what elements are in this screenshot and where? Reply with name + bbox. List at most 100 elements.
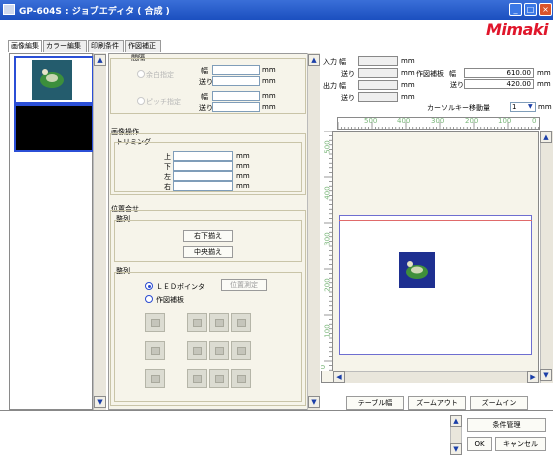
- output-width-value: [358, 80, 398, 90]
- maximize-button[interactable]: □: [524, 3, 537, 16]
- trim-right-label: 右: [164, 183, 171, 191]
- margin-feed-input[interactable]: [212, 76, 260, 86]
- ruler-top: 500 400 300 200 100 0: [337, 117, 540, 130]
- preview-scroll-right-icon[interactable]: ▶: [527, 371, 539, 383]
- thumbnail-scrollbar[interactable]: [93, 53, 106, 410]
- settings-scrollbar[interactable]: [307, 53, 320, 410]
- bottom-scroll-down-icon[interactable]: ▼: [450, 443, 462, 455]
- bottom-scroll-up-icon[interactable]: ▲: [450, 415, 462, 427]
- trim-top-unit: mm: [236, 152, 250, 160]
- media-top-line: [339, 220, 532, 221]
- minimize-button[interactable]: _: [509, 3, 522, 16]
- pitch-width-label: 幅: [201, 93, 208, 101]
- align-top-left-icon[interactable]: [187, 313, 207, 332]
- margin-feed-unit: mm: [262, 77, 276, 85]
- align-middle-left-icon[interactable]: [187, 341, 207, 360]
- thumbnail-image-2[interactable]: [14, 104, 94, 152]
- settings-scroll-up-icon[interactable]: ▲: [308, 54, 320, 66]
- media-area: [339, 215, 532, 355]
- condition-management-button[interactable]: 条件管理: [467, 418, 546, 432]
- ruler-top-200: 200: [465, 117, 479, 125]
- preview-vscrollbar[interactable]: [540, 131, 553, 383]
- zoom-out-button[interactable]: ズームアウト: [408, 396, 466, 410]
- align-center-all-icon[interactable]: [145, 369, 165, 388]
- input-feed-label: 送り: [341, 70, 355, 78]
- thumbnail-image-1[interactable]: [14, 56, 94, 104]
- align-top-center-icon[interactable]: [209, 313, 229, 332]
- ruler-top-400: 400: [397, 117, 411, 125]
- chevron-down-icon[interactable]: ▼: [528, 103, 533, 110]
- trim-right-unit: mm: [236, 182, 250, 190]
- ok-button[interactable]: OK: [467, 437, 492, 451]
- input-label: 入力: [323, 58, 337, 66]
- ruler-left-100: 100: [323, 324, 332, 338]
- ruler-left-300: 300: [323, 232, 332, 246]
- trim-right-input[interactable]: [173, 181, 233, 191]
- frog-image: [32, 60, 72, 100]
- input-feed-unit: mm: [401, 69, 415, 77]
- align-top-right-icon[interactable]: [231, 313, 251, 332]
- input-feed-value: [358, 68, 398, 78]
- window-title: GP-604S : ジョブエディタ ( 合成 ): [19, 7, 170, 17]
- align-bottom-right-button[interactable]: 右下揃え: [183, 230, 233, 242]
- draw-correction-radio[interactable]: [145, 295, 153, 303]
- input-width-label: 幅: [339, 58, 346, 66]
- align-bottom-left-icon[interactable]: [187, 369, 207, 388]
- tab-image-edit[interactable]: 画像編集: [8, 40, 42, 52]
- output-label: 出力: [323, 82, 337, 90]
- settings-scroll-down-icon[interactable]: ▼: [308, 396, 320, 408]
- ruler-left: 500 400 300 200 100 0: [321, 131, 333, 371]
- placed-image[interactable]: [399, 252, 435, 288]
- preview-scroll-left-icon[interactable]: ◀: [333, 371, 345, 383]
- mimaki-logo: Mimaki: [486, 20, 549, 39]
- trim-bottom-input[interactable]: [173, 161, 233, 171]
- preview-hscrollbar[interactable]: [333, 371, 540, 383]
- output-feed-value: [358, 92, 398, 102]
- margin-radio[interactable]: [137, 70, 145, 78]
- input-width-unit: mm: [401, 57, 415, 65]
- margin-width-label: 幅: [201, 67, 208, 75]
- draw-corr-feed-unit: mm: [537, 80, 551, 88]
- align-bottom-right-icon[interactable]: [231, 369, 251, 388]
- draw-corr-label: 作図補板: [416, 70, 444, 78]
- scroll-down-icon[interactable]: ▼: [94, 396, 106, 408]
- brand-bar: [0, 20, 553, 39]
- cancel-button[interactable]: キャンセル: [495, 437, 546, 451]
- table-width-button[interactable]: テーブル幅: [346, 396, 404, 410]
- pitch-label: ピッチ指定: [146, 98, 181, 106]
- align-middle-center-icon[interactable]: [209, 341, 229, 360]
- draw-corr-width-label: 幅: [449, 70, 456, 78]
- trim-left-input[interactable]: [173, 171, 233, 181]
- tab-color-edit[interactable]: カラー編集: [43, 40, 87, 52]
- align-center-button[interactable]: 中央揃え: [183, 246, 233, 258]
- align-vcenter-icon[interactable]: [145, 341, 165, 360]
- pitch-width-input[interactable]: [212, 91, 260, 101]
- preview-scroll-down-icon[interactable]: ▼: [540, 369, 552, 381]
- pitch-feed-input[interactable]: [212, 102, 260, 112]
- input-width-value: [358, 56, 398, 66]
- tab-draw-correction[interactable]: 作図補正: [125, 40, 161, 52]
- tab-print-condition[interactable]: 印刷条件: [88, 40, 124, 52]
- led-pointer-radio[interactable]: [145, 282, 153, 290]
- position-measure-button[interactable]: 位置測定: [221, 279, 267, 291]
- scroll-up-icon[interactable]: ▲: [94, 54, 106, 66]
- trim-top-input[interactable]: [173, 151, 233, 161]
- preview-scroll-up-icon[interactable]: ▲: [540, 131, 552, 143]
- close-button[interactable]: ×: [539, 3, 552, 16]
- ruler-top-300: 300: [431, 117, 445, 125]
- pitch-radio[interactable]: [137, 97, 145, 105]
- align-middle-right-icon[interactable]: [231, 341, 251, 360]
- align-bottom-center-icon[interactable]: [209, 369, 229, 388]
- output-width-label: 幅: [339, 82, 346, 90]
- draw-correction-label: 作図補板: [156, 296, 184, 304]
- led-pointer-label: ＬＥＤポインタ: [156, 283, 205, 291]
- trim-left-unit: mm: [236, 172, 250, 180]
- arrange-section-2: [114, 272, 302, 402]
- trim-bottom-label: 下: [164, 163, 171, 171]
- frog-image: [399, 252, 435, 288]
- margin-width-unit: mm: [262, 66, 276, 74]
- draw-corr-width-unit: mm: [537, 69, 551, 77]
- margin-width-input[interactable]: [212, 65, 260, 75]
- zoom-in-button[interactable]: ズームイン: [470, 396, 528, 410]
- align-left-icon[interactable]: [145, 313, 165, 332]
